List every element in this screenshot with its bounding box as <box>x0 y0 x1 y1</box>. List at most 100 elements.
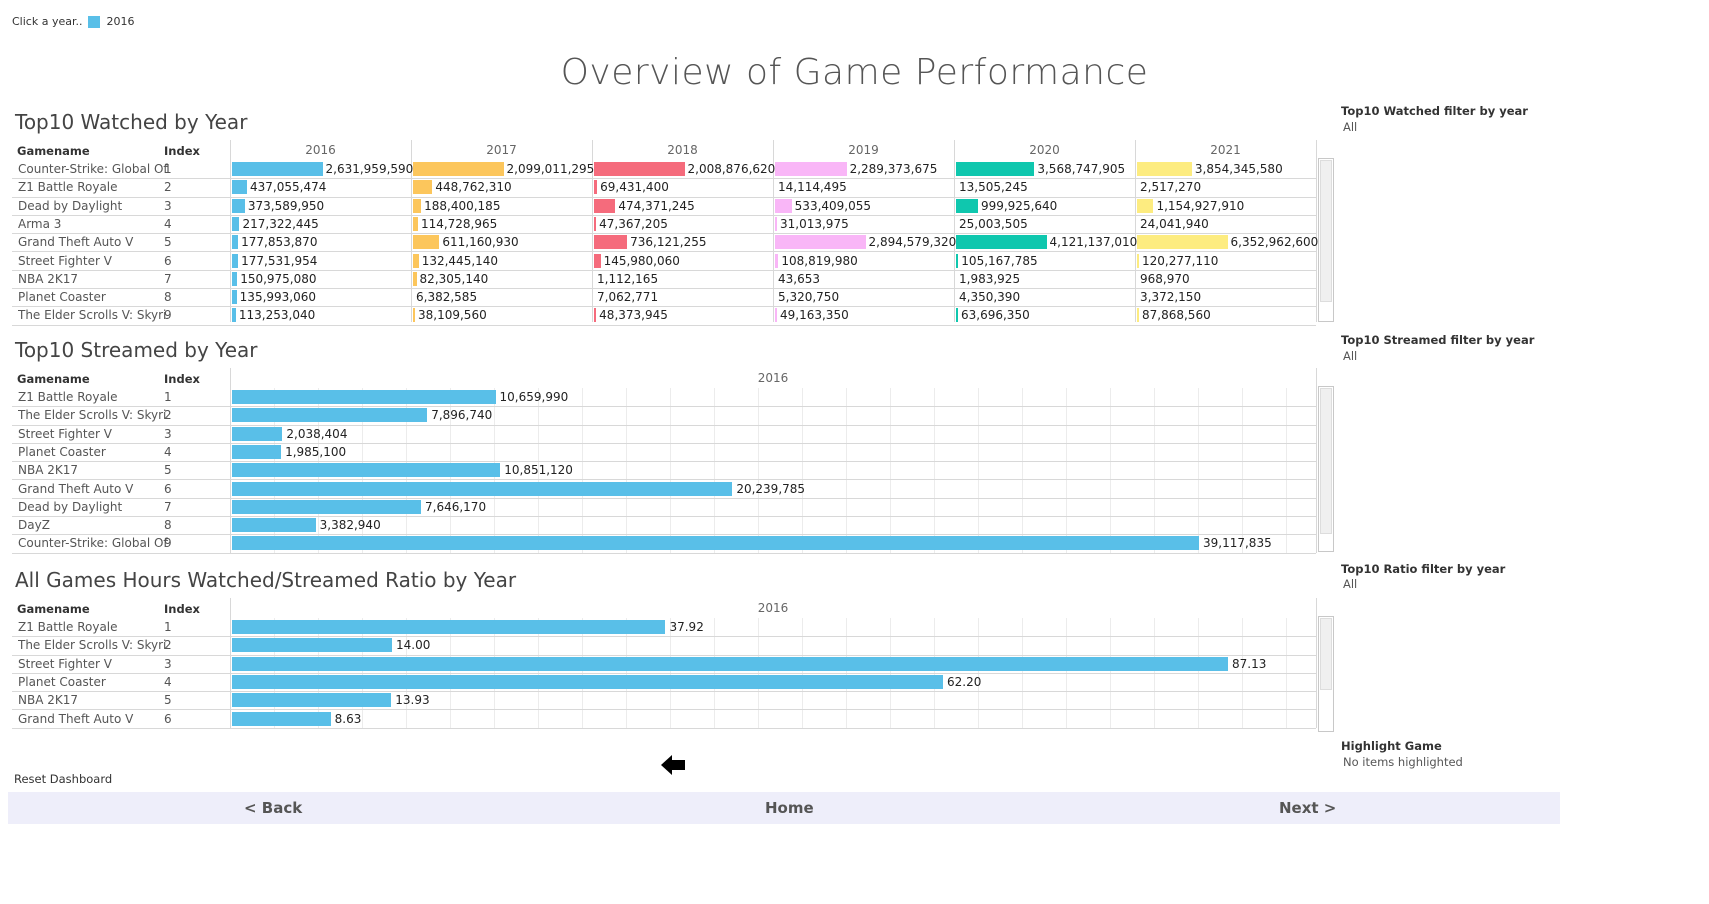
table-row[interactable]: NBA 2K17 5 <box>12 690 1316 711</box>
game-name[interactable]: Grand Theft Auto V <box>18 709 168 729</box>
game-name[interactable]: NBA 2K17 <box>18 460 168 480</box>
bar[interactable] <box>232 408 428 423</box>
bar[interactable] <box>232 638 393 653</box>
bar-2016[interactable] <box>232 198 245 213</box>
bar-2021[interactable] <box>1137 162 1192 176</box>
bar[interactable] <box>232 711 331 726</box>
table-row[interactable]: Planet Coaster 4 <box>12 442 1316 463</box>
home-button[interactable]: Home <box>765 792 814 824</box>
game-name[interactable]: Dead by Daylight <box>18 196 168 216</box>
next-button[interactable]: Next > <box>1279 792 1336 824</box>
bar-2021[interactable] <box>1137 235 1228 250</box>
game-name[interactable]: Planet Coaster <box>18 287 168 307</box>
game-name[interactable]: Z1 Battle Royale <box>18 387 168 407</box>
bar-2020[interactable] <box>956 162 1035 176</box>
table-row[interactable]: The Elder Scrolls V: Skyri.. 2 <box>12 406 1316 426</box>
bar[interactable] <box>232 620 666 634</box>
bar-2018[interactable] <box>594 235 628 250</box>
scrollbar-thumb[interactable] <box>1320 618 1332 690</box>
bar-2016[interactable] <box>232 162 323 176</box>
bar-2017[interactable] <box>413 198 422 213</box>
bar-2017[interactable] <box>413 180 433 195</box>
game-name[interactable]: Z1 Battle Royale <box>18 617 168 637</box>
game-name[interactable]: Z1 Battle Royale <box>18 177 168 197</box>
bar[interactable] <box>232 444 282 459</box>
bar-2019[interactable] <box>775 308 777 323</box>
bar-2018[interactable] <box>594 162 685 176</box>
bar[interactable] <box>232 518 316 533</box>
bar-2017[interactable] <box>413 253 419 268</box>
bar-2017[interactable] <box>413 216 418 231</box>
bar[interactable] <box>232 463 501 478</box>
game-name[interactable]: Counter-Strike: Global Off.. <box>18 159 168 179</box>
table-row[interactable]: Street Fighter V3 <box>12 425 1316 444</box>
game-name[interactable]: Planet Coaster <box>18 442 168 462</box>
highlight-game-input[interactable]: No items highlighted <box>1343 755 1463 769</box>
game-name[interactable]: Street Fighter V <box>18 654 168 674</box>
game-name[interactable]: The Elder Scrolls V: Skyri.. <box>18 305 168 325</box>
bar-2017[interactable] <box>413 162 504 176</box>
bar-2020[interactable] <box>956 235 1047 250</box>
game-name[interactable]: Counter-Strike: Global Off.. <box>18 533 168 553</box>
streamed-filter-dropdown[interactable]: All <box>1343 349 1357 363</box>
bar-2016[interactable] <box>232 235 239 250</box>
legend-swatch[interactable] <box>88 15 101 28</box>
bar-2017[interactable] <box>413 308 415 323</box>
reset-dashboard-button[interactable]: Reset Dashboard <box>14 772 112 786</box>
bar-2021[interactable] <box>1137 198 1154 213</box>
game-name[interactable]: NBA 2K17 <box>18 690 168 710</box>
table-row[interactable]: NBA 2K17 7 <box>12 269 1316 290</box>
table-row[interactable]: The Elder Scrolls V: Skyri.. 2 <box>12 635 1316 656</box>
table-row[interactable]: DayZ 8 <box>12 515 1316 536</box>
game-name[interactable]: Grand Theft Auto V <box>18 479 168 499</box>
bar-2020[interactable] <box>956 198 978 213</box>
bar-2020[interactable] <box>956 253 959 268</box>
table-row[interactable]: Grand Theft Auto V6 <box>12 710 1316 729</box>
bar-2018[interactable] <box>594 180 598 195</box>
bar-2020[interactable] <box>956 308 958 323</box>
back-button[interactable]: < Back <box>244 792 302 824</box>
bar-2018[interactable] <box>594 216 597 231</box>
bar-2021[interactable] <box>1137 308 1139 323</box>
game-name[interactable]: The Elder Scrolls V: Skyri.. <box>18 635 168 655</box>
bar-2019[interactable] <box>775 216 777 231</box>
bar-2018[interactable] <box>594 253 601 268</box>
scrollbar-thumb[interactable] <box>1320 388 1332 534</box>
game-name[interactable]: Planet Coaster <box>18 672 168 692</box>
game-name[interactable]: DayZ <box>18 515 168 535</box>
bar[interactable] <box>232 481 733 496</box>
bar-2017[interactable] <box>413 271 417 286</box>
scrollbar-thumb[interactable] <box>1320 160 1332 302</box>
game-name[interactable]: Street Fighter V <box>18 424 168 444</box>
bar-2019[interactable] <box>775 235 866 250</box>
bar-2019[interactable] <box>775 198 792 213</box>
bar[interactable] <box>232 536 1199 551</box>
bar-2016[interactable] <box>232 271 238 286</box>
vertical-scrollbar[interactable] <box>1318 158 1334 322</box>
ratio-filter-dropdown[interactable]: All <box>1343 577 1357 591</box>
table-row[interactable]: Dead by Daylight 7 <box>12 498 1316 518</box>
bar[interactable] <box>232 499 421 514</box>
bar-2016[interactable] <box>232 253 239 268</box>
bar-2017[interactable] <box>413 235 440 250</box>
bar-2016[interactable] <box>232 180 248 195</box>
vertical-scrollbar[interactable] <box>1318 616 1334 732</box>
bar[interactable] <box>232 693 392 708</box>
game-name[interactable]: Street Fighter V <box>18 251 168 271</box>
game-name[interactable]: NBA 2K17 <box>18 269 168 289</box>
bar-2018[interactable] <box>594 198 616 213</box>
game-name[interactable]: Grand Theft Auto V <box>18 232 168 252</box>
bar[interactable] <box>232 674 944 689</box>
watched-filter-dropdown[interactable]: All <box>1343 120 1357 134</box>
bar[interactable] <box>232 656 1228 671</box>
bar[interactable] <box>232 390 496 404</box>
bar-2016[interactable] <box>232 308 236 323</box>
bar-2019[interactable] <box>775 253 779 268</box>
bar-2016[interactable] <box>232 290 237 305</box>
bar-2021[interactable] <box>1137 253 1139 268</box>
table-row[interactable]: NBA 2K17 5 <box>12 460 1316 481</box>
vertical-scrollbar[interactable] <box>1318 386 1334 552</box>
game-name[interactable]: Arma 3 <box>18 214 168 234</box>
table-row[interactable]: Z1 Battle Royale 1 <box>12 387 1316 408</box>
left-arrow-icon[interactable] <box>659 751 687 779</box>
